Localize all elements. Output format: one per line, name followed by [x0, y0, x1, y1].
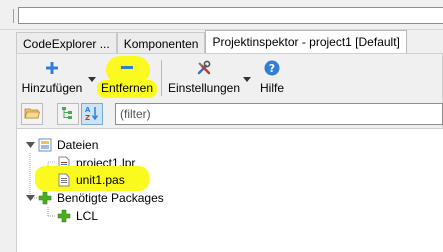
- tree-node-lcl-package[interactable]: LCL: [56, 207, 98, 225]
- sort-az-icon: A Z: [84, 105, 100, 124]
- sort-alphabetically-button[interactable]: A Z: [81, 103, 103, 125]
- svg-text:?: ?: [269, 62, 275, 75]
- tools-icon: [196, 59, 212, 77]
- expand-files-toggle[interactable]: [25, 140, 35, 150]
- folder-open-icon: [24, 106, 41, 123]
- project-inspector-window: CodeExplorer ... Komponenten Projektinsp…: [0, 0, 443, 252]
- toolbar: Hinzufügen Entfernen Einstellungen ? Hil…: [17, 54, 443, 102]
- tab-bar: CodeExplorer ... Komponenten Projektinsp…: [16, 30, 407, 53]
- tab-projektinspektor[interactable]: Projektinspektor - project1 [Default]: [205, 30, 407, 53]
- settings-button[interactable]: Einstellungen: [166, 54, 242, 102]
- top-combobox[interactable]: [18, 7, 443, 24]
- tree-node-label: LCL: [76, 209, 99, 223]
- package-icon: [37, 190, 53, 206]
- show-directory-hierarchy-button[interactable]: [57, 103, 79, 125]
- plus-icon: [45, 59, 59, 77]
- toolbar-separator: [161, 60, 162, 96]
- tab-komponenten[interactable]: Komponenten: [116, 32, 206, 53]
- tree-node-packages-label: Benötigte Packages: [57, 191, 164, 205]
- settings-dropdown-button[interactable]: [242, 54, 252, 102]
- tree-node-unit-file[interactable]: unit1.pas: [56, 171, 125, 189]
- remove-button-label: Entfernen: [100, 81, 154, 95]
- remove-button[interactable]: Entfernen: [97, 54, 157, 102]
- splitter-handle[interactable]: [0, 9, 14, 23]
- package-icon: [56, 208, 72, 224]
- svg-text:Z: Z: [85, 114, 90, 121]
- minus-icon: [120, 59, 134, 77]
- help-button-label: Hilfe: [259, 81, 284, 95]
- dropdown-arrow-icon: [243, 71, 251, 85]
- add-button[interactable]: Hinzufügen: [17, 54, 87, 102]
- open-file-button[interactable]: [21, 103, 43, 125]
- tab-codeexplorer[interactable]: CodeExplorer ...: [16, 32, 117, 53]
- svg-text:A: A: [85, 106, 91, 114]
- unit-file-icon: [56, 172, 72, 188]
- filter-row: A Z (filter): [17, 103, 443, 127]
- tree-node-label: unit1.pas: [76, 173, 125, 187]
- help-icon: ?: [264, 59, 280, 77]
- add-dropdown-button[interactable]: [87, 54, 97, 102]
- add-button-label: Hinzufügen: [21, 81, 83, 95]
- tree-node-required-packages[interactable]: Benötigte Packages: [37, 189, 164, 207]
- tree-node-files-label: Dateien: [57, 138, 99, 152]
- project-tree: Dateien project1.lpr unit1.pas Benötigte…: [17, 128, 443, 252]
- tree-node-files[interactable]: Dateien: [37, 136, 98, 154]
- files-folder-icon: [37, 137, 53, 153]
- settings-button-label: Einstellungen: [167, 81, 241, 95]
- dropdown-arrow-icon: [88, 71, 96, 85]
- top-strip: [0, 0, 443, 30]
- hierarchy-icon: [61, 106, 75, 123]
- help-button[interactable]: ? Hilfe: [252, 54, 292, 102]
- expand-packages-toggle[interactable]: [25, 193, 35, 203]
- filter-input[interactable]: (filter): [115, 103, 443, 125]
